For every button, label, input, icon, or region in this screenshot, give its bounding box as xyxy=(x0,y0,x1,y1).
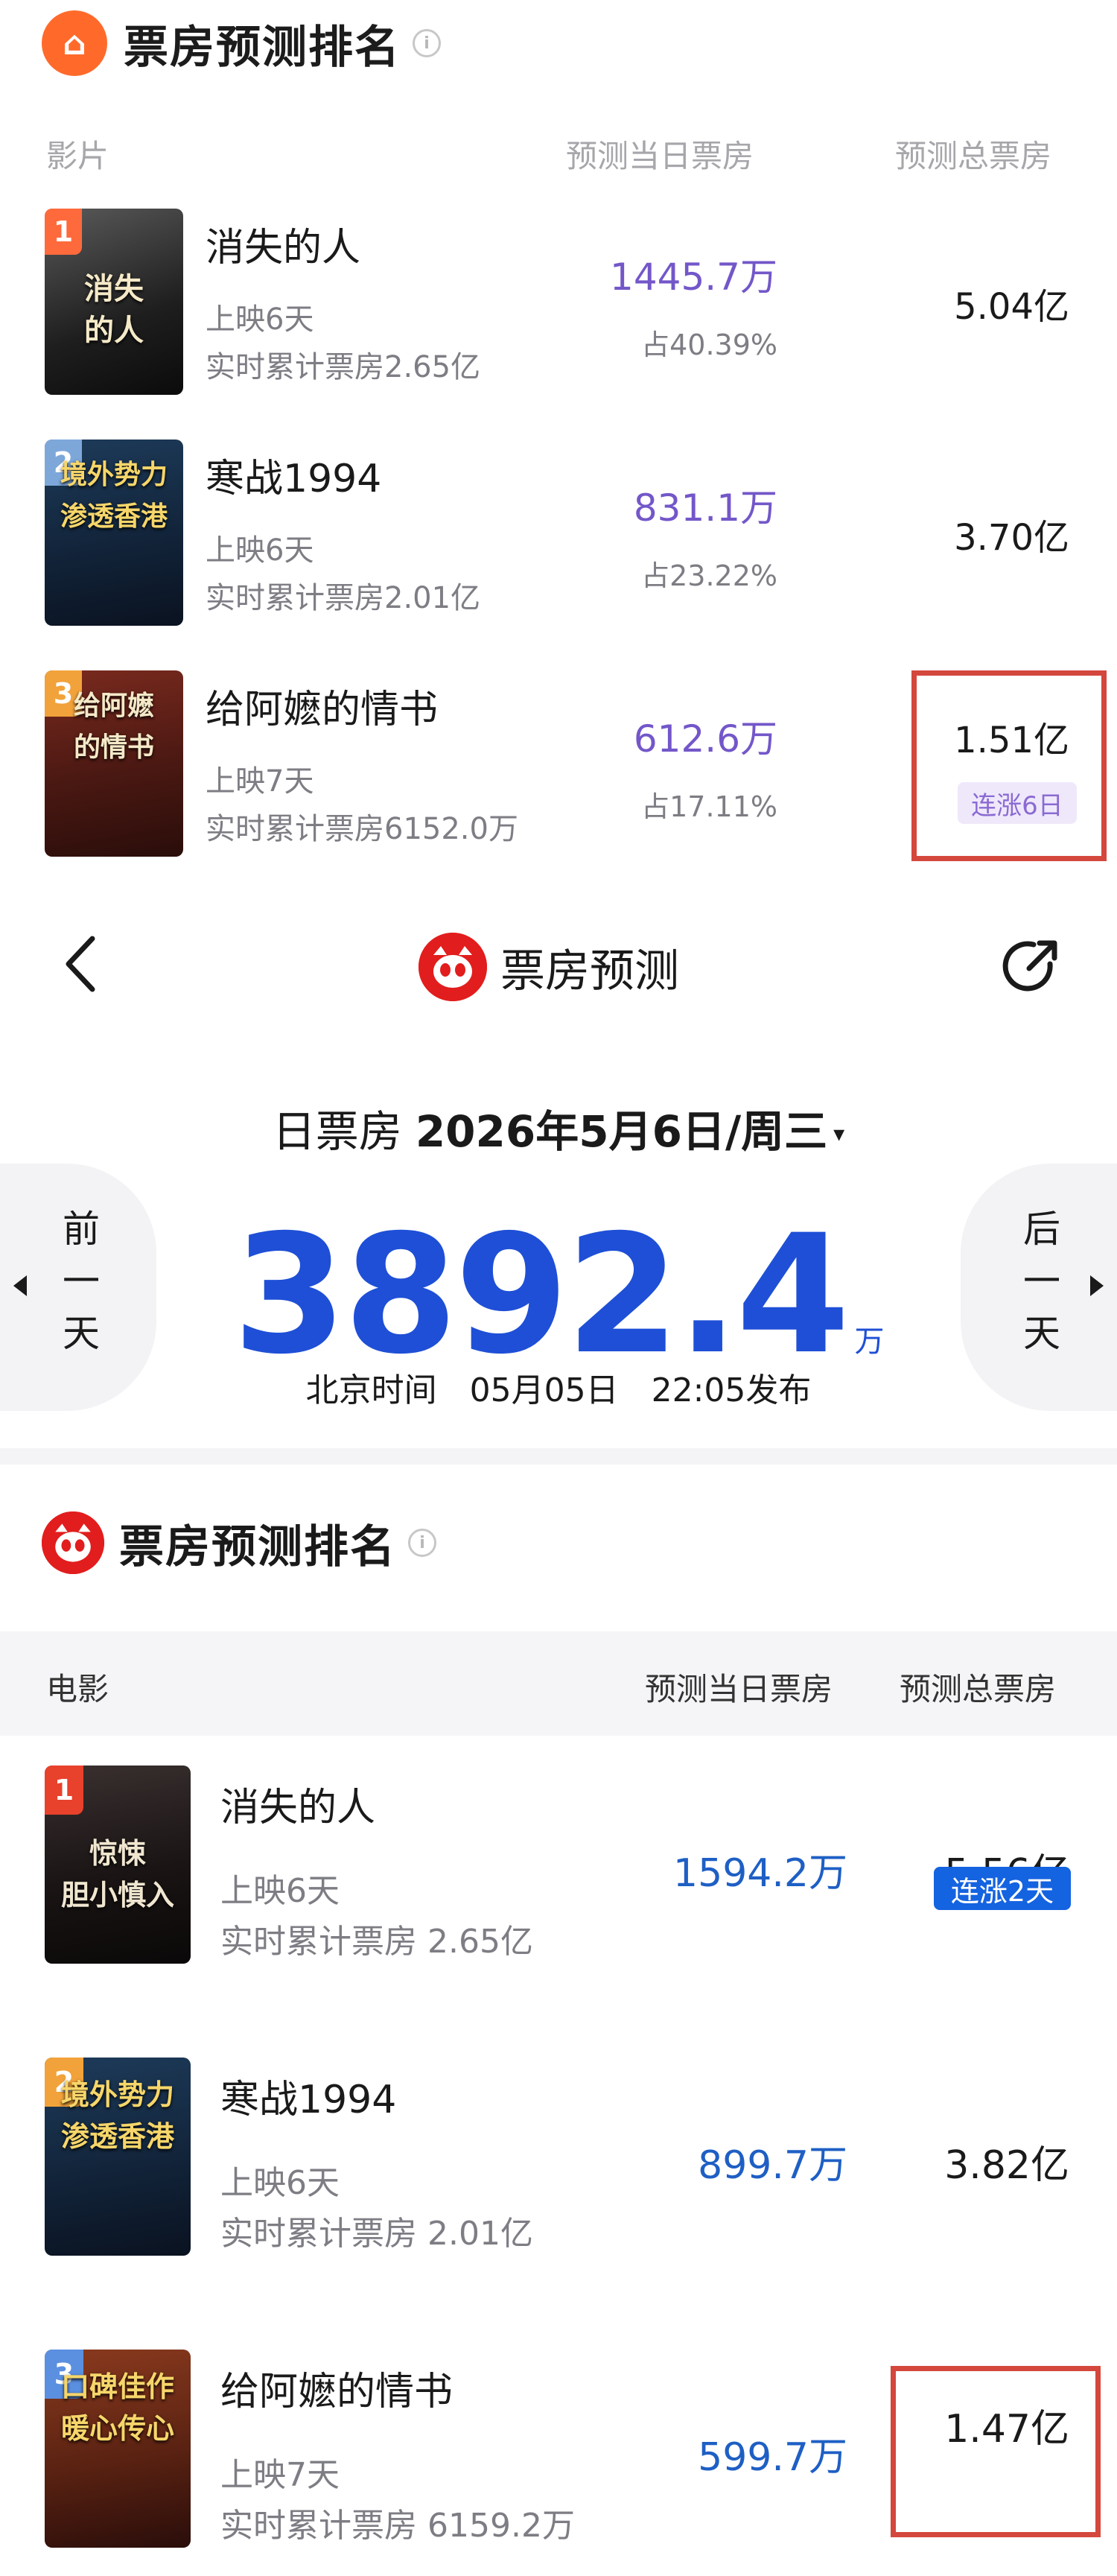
maoyan-cat-logo-icon xyxy=(419,933,487,1001)
maoyan-cat-logo-icon xyxy=(42,1511,104,1574)
date-selector[interactable]: 日票房 2026年5月6日/周三 ▾ xyxy=(0,1097,1117,1159)
forecast-day-box-office: 599.7万 xyxy=(698,2435,847,2480)
movie-title[interactable]: 给阿嬷的情书 xyxy=(220,2360,453,2416)
table-header: 电影 预测当日票房 预测总票房 xyxy=(0,1631,1117,1736)
column-header-film: 电影 xyxy=(46,1671,109,1707)
info-icon[interactable]: i xyxy=(413,29,441,57)
forecast-total-box-office: 3.82亿 xyxy=(944,2143,1069,2188)
forecast-total-box-office: 3.70亿 xyxy=(954,517,1069,559)
column-header-day-forecast: 预测当日票房 xyxy=(645,1671,833,1707)
date-label: 日票房 xyxy=(272,1106,402,1157)
release-days: 上映6天 xyxy=(220,1872,340,1910)
release-days: 上映7天 xyxy=(206,764,314,799)
forecast-day-box-office: 1445.7万 xyxy=(610,256,777,299)
poster-title: 消失 的人 xyxy=(84,272,144,348)
poster-title: 境外势力 渗透香港 xyxy=(60,460,168,532)
movie-title[interactable]: 给阿嬷的情书 xyxy=(206,678,438,734)
cumulative-box-office: 实时累计票房 2.01亿 xyxy=(220,2215,533,2253)
cumulative-box-office: 实时累计票房6152.0万 xyxy=(206,812,518,846)
highlight-annotation xyxy=(911,670,1107,861)
chevron-left-icon[interactable] xyxy=(60,934,104,994)
daily-box-office-unit: 万 xyxy=(854,1325,885,1359)
top-ranking-title: 票房预测排名 xyxy=(124,21,401,74)
movie-title[interactable]: 寒战1994 xyxy=(206,447,381,503)
poster-title: 境外势力 渗透香港 xyxy=(60,2078,174,2153)
movie-title[interactable]: 消失的人 xyxy=(206,216,360,272)
forecast-day-box-office: 831.1万 xyxy=(633,486,777,530)
cumulative-box-office: 实时累计票房 2.65亿 xyxy=(220,1923,533,1961)
cumulative-box-office: 实时累计票房2.65亿 xyxy=(206,350,481,384)
release-days: 上映6天 xyxy=(206,302,314,337)
movie-poster[interactable]: 1 惊悚 胆小慎入 xyxy=(45,1766,191,1964)
box-office-share: 占40.39% xyxy=(641,329,777,361)
movie-poster[interactable]: 3 给阿嬷 的情书 xyxy=(45,670,183,857)
cumulative-box-office: 实时累计票房 6159.2万 xyxy=(220,2507,575,2545)
date-value[interactable]: 2026年5月6日/周三 xyxy=(416,1106,827,1157)
daily-box-office-total: 3892.4 万 xyxy=(0,1199,1117,1390)
info-icon[interactable]: i xyxy=(408,1529,436,1557)
top-ranking-header: ⌂ 票房预测排名 i xyxy=(42,10,441,76)
column-header-film: 影片 xyxy=(46,138,109,174)
nav-title-group: 票房预测 xyxy=(419,933,679,1001)
top-ranking-panel: ⌂ 票房预测排名 i 影片 预测当日票房 预测总票房 1 消失 的人 消失的人 … xyxy=(0,0,1117,886)
movie-row[interactable]: 1 消失 的人 消失的人 上映6天 实时累计票房2.65亿 1445.7万 占4… xyxy=(0,203,1117,396)
section-divider xyxy=(0,1448,1117,1465)
forecast-day-box-office: 1594.2万 xyxy=(673,1851,847,1896)
caret-down-icon[interactable]: ▾ xyxy=(833,1121,844,1147)
movie-poster[interactable]: 2 境外势力 渗透香港 xyxy=(45,440,183,626)
cumulative-box-office: 实时累计票房2.01亿 xyxy=(206,581,481,615)
forecast-total-box-office: 5.04亿 xyxy=(954,286,1069,328)
app-logo-icon: ⌂ xyxy=(42,10,107,76)
release-days: 上映6天 xyxy=(220,2164,340,2202)
streak-badge: 连涨2天 xyxy=(934,1867,1071,1910)
forecast-page: 票房预测 日票房 2026年5月6日/周三 ▾ 前一天 后一天 3892.4 万 北京… xyxy=(0,886,1117,2576)
column-header-total-forecast: 预测总票房 xyxy=(900,1671,1057,1707)
rank-badge: 1 xyxy=(45,209,82,255)
publish-time: 北京时间 05月05日 22:05发布 xyxy=(305,1371,812,1409)
column-header-day-forecast: 预测当日票房 xyxy=(566,138,754,174)
share-icon[interactable] xyxy=(998,934,1063,1000)
box-office-share: 占23.22% xyxy=(641,559,777,592)
movie-poster[interactable]: 2 境外势力 渗透香港 xyxy=(45,2058,191,2256)
movie-row[interactable]: 2 境外势力 渗透香港 寒战1994 上映6天 实时累计票房2.01亿 831.… xyxy=(0,434,1117,627)
movie-poster[interactable]: 3 口碑佳作 暖心传心 xyxy=(45,2350,191,2548)
poster-title: 给阿嬷 的情书 xyxy=(73,691,154,763)
daily-box-office-value: 3892.4 xyxy=(232,1199,850,1390)
ranking-header: 票房预测排名 i xyxy=(42,1509,436,1576)
column-header-total-forecast: 预测总票房 xyxy=(895,138,1052,174)
box-office-share: 占17.11% xyxy=(641,790,777,823)
movie-title[interactable]: 寒战1994 xyxy=(220,2068,396,2124)
forecast-day-box-office: 612.6万 xyxy=(633,717,777,761)
poster-title: 惊悚 胆小慎入 xyxy=(60,1837,174,1912)
poster-title: 口碑佳作 暖心传心 xyxy=(60,2370,174,2445)
forecast-day-box-office: 899.7万 xyxy=(698,2143,847,2188)
ranking-title: 票房预测排名 xyxy=(119,1520,396,1573)
movie-title[interactable]: 消失的人 xyxy=(220,1776,375,1832)
nav-title: 票房预测 xyxy=(500,945,679,997)
rank-badge: 1 xyxy=(45,1766,83,1815)
highlight-annotation xyxy=(891,2366,1101,2537)
movie-row[interactable]: 2 境外势力 渗透香港 寒战1994 上映6天 实时累计票房 2.01亿 899… xyxy=(0,2058,1117,2281)
release-days: 上映7天 xyxy=(220,2456,340,2494)
release-days: 上映6天 xyxy=(206,533,314,568)
movie-poster[interactable]: 1 消失 的人 xyxy=(45,209,183,395)
